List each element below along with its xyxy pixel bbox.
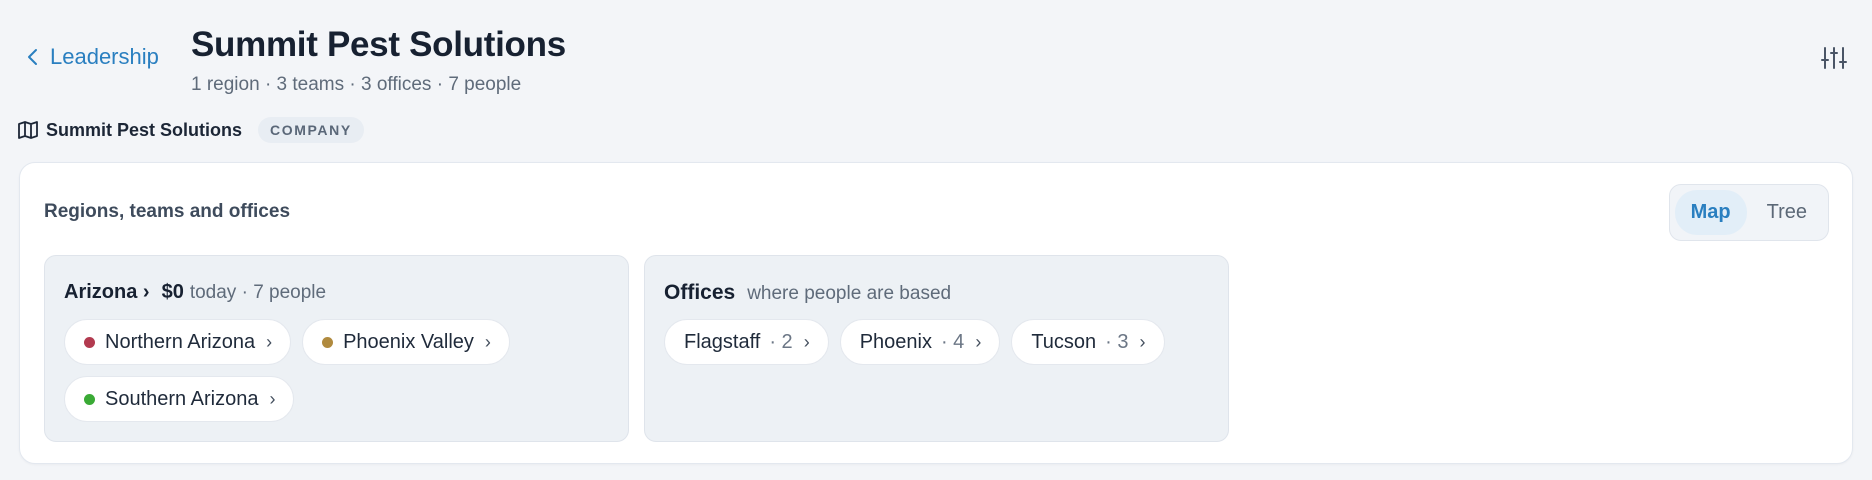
org-structure-card: Regions, teams and offices Map Tree Ariz… <box>19 162 1853 464</box>
region-amount: $0 <box>161 281 184 303</box>
team-color-dot <box>84 393 95 405</box>
office-name: Phoenix <box>859 330 932 353</box>
office-name: Tucson <box>1031 330 1097 353</box>
offices-subtitle: where people are based <box>747 283 952 304</box>
page-subtitle: 1 region · 3 teams · 3 offices · 7 peopl… <box>191 74 522 95</box>
breadcrumb-company-name: Summit Pest Solutions <box>46 119 243 140</box>
office-chip-tucson[interactable]: Tucson · 3 › <box>1011 319 1165 365</box>
tree-view-button[interactable]: Tree <box>1751 190 1823 235</box>
sliders-icon <box>1821 47 1847 69</box>
offices-title: Offices <box>664 281 736 304</box>
card-title: Regions, teams and offices <box>44 201 291 222</box>
office-count: · 3 <box>1105 330 1129 353</box>
settings-button[interactable] <box>1820 44 1848 72</box>
team-chip-southern-arizona[interactable]: Southern Arizona › <box>64 376 295 422</box>
office-chip-phoenix[interactable]: Phoenix · 4 › <box>839 319 1001 365</box>
chevron-right-icon: › <box>803 331 810 352</box>
chevron-right-icon: › <box>142 281 150 303</box>
chevron-right-icon: › <box>484 331 491 352</box>
team-name: Phoenix Valley <box>343 330 474 353</box>
offices-panel: Offices where people are based Flagstaff… <box>644 255 1229 442</box>
team-name: Southern Arizona <box>105 387 259 410</box>
team-chip-phoenix-valley[interactable]: Phoenix Valley › <box>302 319 510 365</box>
team-color-dot <box>84 336 95 348</box>
chevron-left-icon <box>28 49 37 65</box>
office-count: · 4 <box>940 330 965 353</box>
team-color-dot <box>322 336 334 348</box>
chevron-right-icon: › <box>1139 331 1146 352</box>
map-icon <box>18 121 38 139</box>
view-toggle: Map Tree <box>1668 184 1829 241</box>
team-chip-northern-arizona[interactable]: Northern Arizona › <box>64 319 292 365</box>
page-title: Summit Pest Solutions <box>191 25 566 64</box>
chevron-right-icon: › <box>975 331 982 352</box>
chevron-right-icon: › <box>269 388 276 409</box>
back-link-leadership[interactable]: Leadership <box>26 44 159 70</box>
office-chip-flagstaff[interactable]: Flagstaff · 2 › <box>664 319 829 365</box>
map-view-button[interactable]: Map <box>1674 190 1747 235</box>
office-name: Flagstaff <box>684 330 761 353</box>
region-link[interactable]: Arizona › <box>64 281 150 304</box>
page-header: Summit Pest Solutions 1 region · 3 teams… <box>191 24 566 96</box>
region-panel: Arizona › $0 today · 7 people Northern A… <box>44 255 629 442</box>
breadcrumb: Summit Pest Solutions COMPANY <box>18 117 364 143</box>
back-link-label: Leadership <box>50 44 159 69</box>
company-badge: COMPANY <box>258 117 364 143</box>
region-name: Arizona <box>64 281 138 303</box>
region-meta: today · 7 people <box>189 282 327 303</box>
office-count: · 2 <box>769 330 793 353</box>
team-list: Northern Arizona › Phoenix Valley › Sout… <box>64 319 612 422</box>
office-list: Flagstaff · 2 › Phoenix · 4 › Tucson · 3… <box>664 319 1212 365</box>
team-name: Northern Arizona <box>105 330 256 353</box>
chevron-right-icon: › <box>266 331 273 352</box>
